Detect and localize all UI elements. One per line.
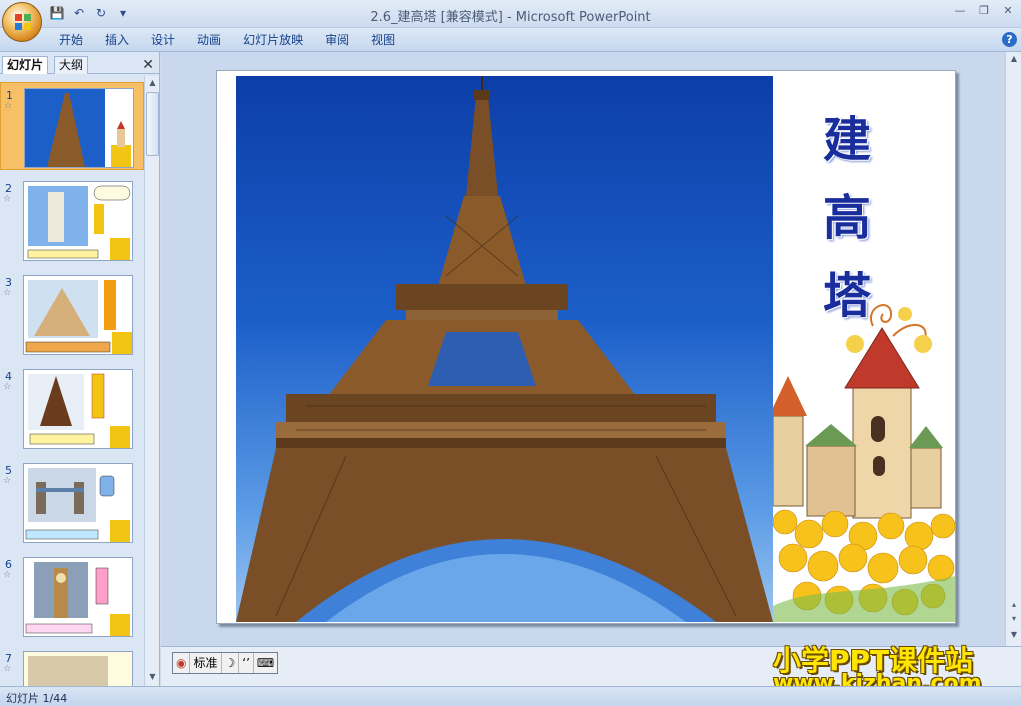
ribbon: 开始 插入 设计 动画 幻灯片放映 审阅 视图 ? [0, 28, 1021, 52]
tab-animations[interactable]: 动画 [186, 31, 232, 49]
scroll-down-icon[interactable]: ▼ [146, 672, 159, 684]
ime-logo-icon[interactable]: ◉ [173, 653, 191, 673]
editor-scrollbar[interactable]: ▲ ▴ ▾ ▼ [1005, 52, 1021, 646]
slide-thumbnail[interactable]: 2 ☆ [0, 176, 144, 264]
tab-home[interactable]: 开始 [48, 31, 94, 49]
previous-slide-icon[interactable]: ▴ [1008, 600, 1020, 610]
scroll-up-icon[interactable]: ▲ [1008, 54, 1020, 64]
tab-slideshow[interactable]: 幻灯片放映 [232, 31, 314, 49]
notes-pane[interactable]: ◉ 标准 ☽ ‘’ ⌨ 小学PPT课件站 www.kjzhan.com [161, 644, 1021, 696]
moon-icon[interactable]: ☽ [222, 653, 240, 673]
ime-mode-label[interactable]: 标准 [190, 653, 222, 673]
eiffel-tower-photo [236, 76, 773, 622]
scroll-down-icon[interactable]: ▼ [1008, 630, 1020, 640]
title-bar: 💾 ↶ ↻ ▾ 2.6_建高塔 [兼容模式] - Microsoft Power… [0, 0, 1021, 42]
tab-view[interactable]: 视图 [360, 31, 406, 49]
restore-icon[interactable]: ❐ [975, 4, 993, 18]
close-icon[interactable]: ✕ [142, 57, 154, 73]
slide-thumbnail[interactable]: 5 ☆ [0, 458, 144, 546]
tab-insert[interactable]: 插入 [94, 31, 140, 49]
thumbnail-image [24, 88, 134, 168]
slide-counter: 幻灯片 1/44 [6, 692, 68, 705]
slide-thumbnail[interactable]: 4 ☆ [0, 364, 144, 452]
slide-thumbnail[interactable]: 7 ☆ [0, 646, 144, 686]
status-bar: 幻灯片 1/44 [0, 686, 1021, 706]
star-icon: ☆ [3, 664, 12, 674]
scroll-up-icon[interactable]: ▲ [146, 78, 159, 90]
window-title: 2.6_建高塔 [兼容模式] - Microsoft PowerPoint [370, 10, 651, 25]
ime-toolbar: ◉ 标准 ☽ ‘’ ⌨ [172, 652, 279, 674]
star-icon: ☆ [3, 288, 12, 298]
thumbnail-image [23, 463, 133, 543]
title-char: 建 [822, 112, 871, 168]
slide-thumbnail[interactable]: 1 ☆ [0, 82, 144, 170]
close-icon[interactable]: ✕ [999, 4, 1017, 18]
tab-outline[interactable]: 大纲 [54, 56, 89, 74]
tab-slides[interactable]: 幻灯片 [2, 56, 49, 74]
slide-thumbnail[interactable]: 3 ☆ [0, 270, 144, 358]
window-controls: — ❐ ✕ [951, 4, 1017, 18]
slides-pane: 幻灯片 大纲 ✕ 1 ☆ 2 ☆ 3 ☆ 4 ☆ 5 ☆ 6 ☆ 7 ☆ ▲ ▼ [0, 52, 160, 686]
next-slide-icon[interactable]: ▾ [1008, 614, 1020, 624]
slide-editor: 建 高 塔 ▲ ▴ ▾ ▼ [161, 52, 1021, 646]
star-icon: ☆ [4, 101, 13, 111]
slide-canvas[interactable]: 建 高 塔 [216, 70, 956, 624]
minimize-icon[interactable]: — [951, 4, 969, 18]
thumbnail-image [23, 181, 133, 261]
slide-thumbnail[interactable]: 6 ☆ [0, 552, 144, 640]
title-char: 高 [822, 190, 871, 246]
office-button[interactable] [2, 2, 42, 42]
ribbon-tabs: 开始 插入 设计 动画 幻灯片放映 审阅 视图 [48, 31, 406, 49]
thumbnail-image [23, 557, 133, 637]
pane-tabs: 幻灯片 大纲 ✕ [0, 54, 160, 74]
punctuation-icon[interactable]: ‘’ [239, 653, 254, 673]
help-icon[interactable]: ? [1002, 32, 1017, 47]
castle-flowers-illustration [773, 304, 955, 622]
thumbnail-image [23, 369, 133, 449]
tab-review[interactable]: 审阅 [314, 31, 360, 49]
thumbnail-image [23, 651, 133, 686]
star-icon: ☆ [3, 194, 12, 204]
keyboard-icon[interactable]: ⌨ [254, 653, 277, 673]
star-icon: ☆ [3, 570, 12, 580]
thumbnail-image [23, 275, 133, 355]
star-icon: ☆ [3, 476, 12, 486]
slide-thumbnail-list: 1 ☆ 2 ☆ 3 ☆ 4 ☆ 5 ☆ 6 ☆ 7 ☆ [0, 76, 144, 686]
office-logo-icon [15, 14, 31, 30]
thumbnails-scrollbar[interactable]: ▲ ▼ [144, 76, 159, 686]
scroll-thumb[interactable] [146, 92, 159, 156]
star-icon: ☆ [3, 382, 12, 392]
tab-design[interactable]: 设计 [140, 31, 186, 49]
